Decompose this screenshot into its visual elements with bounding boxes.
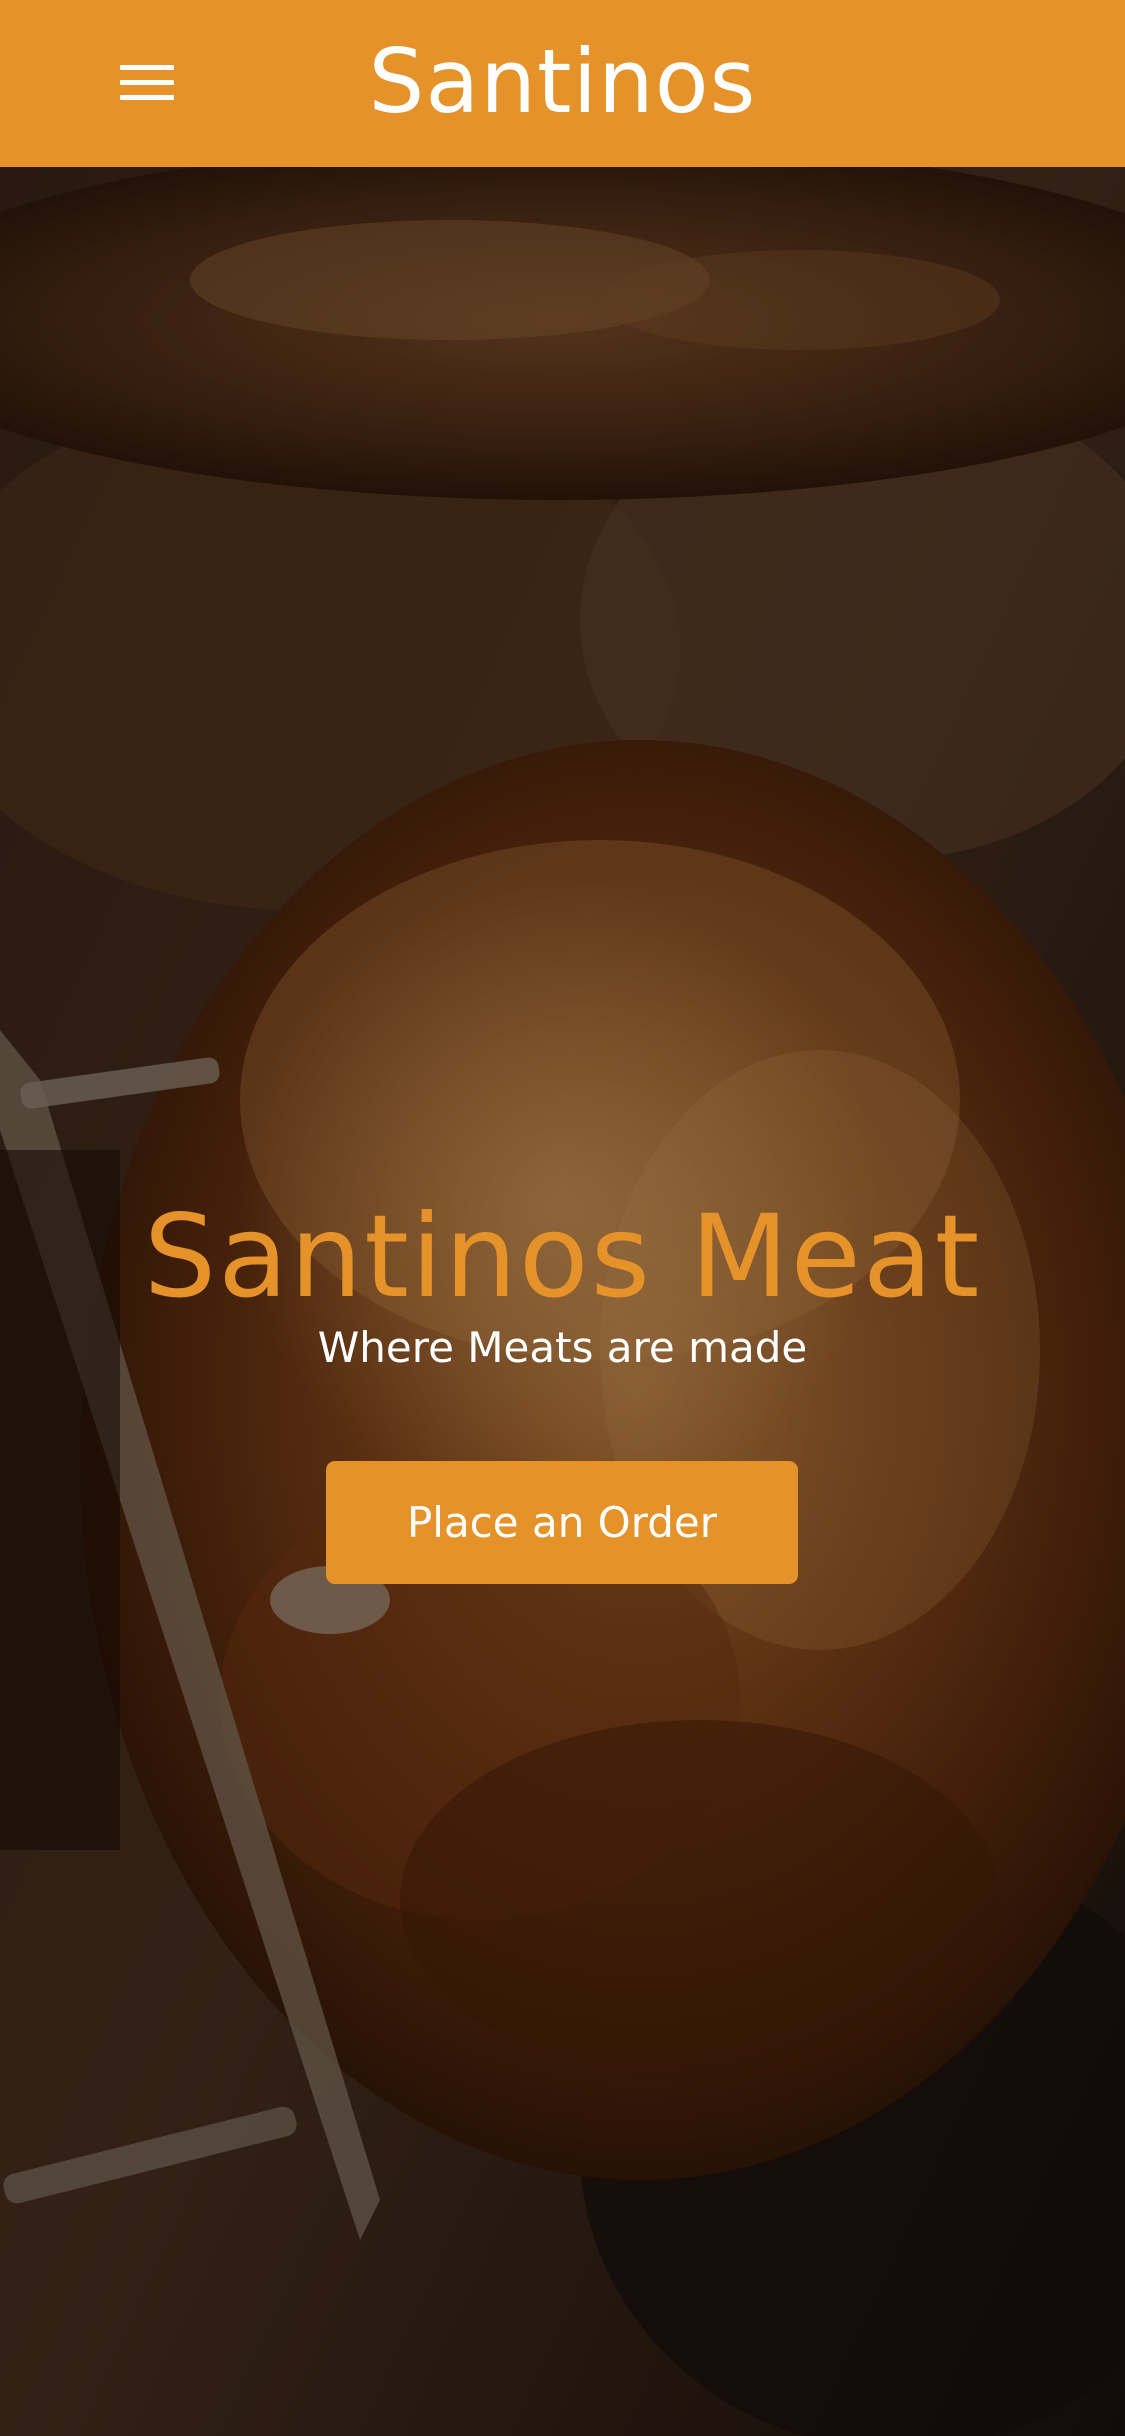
place-order-button[interactable]: Place an Order xyxy=(326,1461,798,1584)
top-app-bar: Santinos xyxy=(0,0,1125,167)
hero-section: Santinos Meat Where Meats are made xyxy=(0,1188,1125,1376)
app-title: Santinos xyxy=(368,30,757,133)
hero-subtitle: Where Meats are made xyxy=(317,1323,808,1372)
hero-title: Santinos Meat xyxy=(143,1190,982,1323)
landing-page: Santinos Santinos Meat Where Meats are m… xyxy=(0,0,1125,2436)
